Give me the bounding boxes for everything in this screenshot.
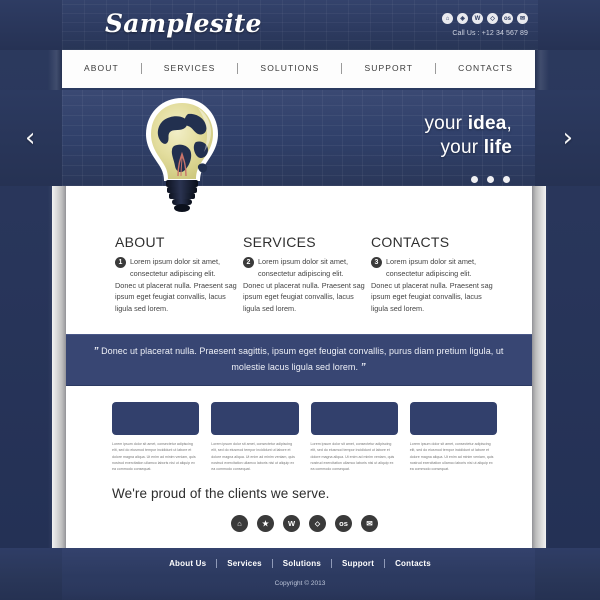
thumbnail-image-placeholder[interactable] xyxy=(310,402,398,435)
thumbnail-caption: Lorem ipsum dolor sit amet, consectetur … xyxy=(112,442,196,472)
clients-section: We're proud of the clients we serve. ⌂ ★… xyxy=(112,486,497,532)
social-envelope-icon[interactable]: ✉ xyxy=(517,13,528,24)
thumbnail-card[interactable]: Lorem ipsum dolor sit amet, consectetur … xyxy=(310,402,398,472)
site-footer: About Us Services Solutions Support Cont… xyxy=(0,548,600,600)
page-content-sheet: ABOUT 1 Lorem ipsum dolor sit amet, cons… xyxy=(62,186,535,600)
carousel-next-arrow-icon[interactable]: › xyxy=(563,125,573,151)
nav-item-services[interactable]: SERVICES xyxy=(142,63,238,73)
client-envelope-icon[interactable]: ✉ xyxy=(361,515,378,532)
social-os-icon[interactable]: os xyxy=(502,13,513,24)
feature-column-contacts: CONTACTS 3 Lorem ipsum dolor sit amet, c… xyxy=(371,234,493,315)
hero-line2-bold: life xyxy=(483,136,512,158)
thumbnail-image-placeholder[interactable] xyxy=(409,402,497,435)
main-navigation: ABOUT SERVICES SOLUTIONS SUPPORT CONTACT… xyxy=(62,50,535,86)
nav-item-about[interactable]: ABOUT xyxy=(62,63,141,73)
thumbnail-image-placeholder[interactable] xyxy=(112,402,200,435)
nav-item-support[interactable]: SUPPORT xyxy=(342,63,435,73)
feature-title-contacts: CONTACTS xyxy=(371,234,450,250)
feature-text-contacts: Lorem ipsum dolor sit amet, consectetur … xyxy=(371,257,493,314)
client-star-icon[interactable]: ★ xyxy=(257,515,274,532)
feature-column-services: SERVICES 2 Lorem ipsum dolor sit amet, c… xyxy=(243,234,365,315)
quote-open-mark: ” xyxy=(93,346,99,357)
feature-number-2: 2 xyxy=(243,257,254,268)
social-wordpress-icon[interactable]: W xyxy=(472,13,483,24)
feature-title-services: SERVICES xyxy=(243,234,316,250)
hero-line1-tail: , xyxy=(506,113,512,134)
carousel-dots xyxy=(471,176,510,183)
thumbnail-card[interactable]: Lorem ipsum dolor sit amet, consectetur … xyxy=(409,402,497,472)
header-left-edge xyxy=(0,0,62,50)
feature-body-contacts: 3 Lorem ipsum dolor sit amet, consectetu… xyxy=(371,256,493,315)
footer-item-services[interactable]: Services xyxy=(217,559,272,568)
footer-navigation: About Us Services Solutions Support Cont… xyxy=(0,559,600,568)
lightbulb-globe-illustration xyxy=(140,96,224,216)
client-diamond-icon[interactable]: ⬦ xyxy=(309,515,326,532)
header-right-edge xyxy=(538,0,600,50)
thumbnail-caption: Lorem ipsum dolor sit amet, consectetur … xyxy=(211,442,295,472)
carousel-prev-arrow-icon[interactable]: ‹ xyxy=(25,125,35,151)
site-header: Samplesite ⌂ ◈ W ◇ os ✉ Call Us : +12 34… xyxy=(0,0,600,50)
social-diamond-icon[interactable]: ◇ xyxy=(487,13,498,24)
footer-item-contacts[interactable]: Contacts xyxy=(385,559,441,568)
quote-text-block: ” Donec ut placerat nulla. Praesent sagi… xyxy=(89,344,509,376)
thumbnail-image-placeholder[interactable] xyxy=(211,402,299,435)
quote-banner: ” Donec ut placerat nulla. Praesent sagi… xyxy=(62,334,535,386)
clients-heading: We're proud of the clients we serve. xyxy=(112,486,330,501)
hero-line1-plain: your xyxy=(424,113,468,134)
quote-close-mark: ” xyxy=(360,362,366,373)
footer-center-panel xyxy=(62,548,535,600)
feature-body-about: 1 Lorem ipsum dolor sit amet, consectetu… xyxy=(115,256,237,315)
thumbnail-caption: Lorem ipsum dolor sit amet, consectetur … xyxy=(409,442,494,472)
feature-number-3: 3 xyxy=(371,257,382,268)
social-home-icon[interactable]: ⌂ xyxy=(442,13,453,24)
feature-number-1: 1 xyxy=(115,257,126,268)
carousel-dot-1[interactable] xyxy=(471,176,478,183)
hero-line2-plain: your xyxy=(440,136,484,158)
call-us-text: Call Us : +12 34 567 89 xyxy=(452,30,528,37)
website-mockup: Samplesite ⌂ ◈ W ◇ os ✉ Call Us : +12 34… xyxy=(0,0,600,600)
feature-text-services: Lorem ipsum dolor sit amet, consectetur … xyxy=(243,257,365,314)
thumbnail-card[interactable]: Lorem ipsum dolor sit amet, consectetur … xyxy=(112,402,200,472)
client-logo-row: ⌂ ★ W ⬦ os ✉ xyxy=(112,515,497,532)
thumbnail-caption: Lorem ipsum dolor sit amet, consectetur … xyxy=(310,442,395,472)
client-home-icon[interactable]: ⌂ xyxy=(231,515,248,532)
feature-body-services: 2 Lorem ipsum dolor sit amet, consectetu… xyxy=(243,256,365,315)
nav-item-solutions[interactable]: SOLUTIONS xyxy=(238,63,341,73)
nav-item-contacts[interactable]: CONTACTS xyxy=(436,63,535,73)
hero-headline-line2: your life xyxy=(424,136,512,160)
feature-columns: ABOUT 1 Lorem ipsum dolor sit amet, cons… xyxy=(115,234,499,315)
copyright-text: Copyright © 2013 xyxy=(274,580,326,587)
carousel-dot-2[interactable] xyxy=(487,176,494,183)
hero-carousel: ‹ › your idea, your life xyxy=(0,90,600,186)
carousel-dot-3[interactable] xyxy=(503,176,510,183)
feature-title-about: ABOUT xyxy=(115,234,165,250)
thumbnail-card[interactable]: Lorem ipsum dolor sit amet, consectetur … xyxy=(211,402,299,472)
hero-headline: your idea, your life xyxy=(424,112,512,160)
hero-line1-bold: idea xyxy=(467,113,507,134)
footer-item-support[interactable]: Support xyxy=(332,559,384,568)
social-compass-icon[interactable]: ◈ xyxy=(457,13,468,24)
hero-headline-line1: your idea, xyxy=(424,112,512,136)
feature-column-about: ABOUT 1 Lorem ipsum dolor sit amet, cons… xyxy=(115,234,237,315)
social-icon-bar: ⌂ ◈ W ◇ os ✉ xyxy=(442,13,528,24)
client-w-icon[interactable]: W xyxy=(283,515,300,532)
feature-text-about: Lorem ipsum dolor sit amet, consectetur … xyxy=(115,257,237,314)
site-logo[interactable]: Samplesite xyxy=(105,9,262,38)
quote-text: Donec ut placerat nulla. Praesent sagitt… xyxy=(101,346,504,372)
footer-item-about-us[interactable]: About Us xyxy=(159,559,216,568)
thumbnail-grid: Lorem ipsum dolor sit amet, consectetur … xyxy=(112,402,497,472)
client-os-icon[interactable]: os xyxy=(335,515,352,532)
footer-item-solutions[interactable]: Solutions xyxy=(273,559,331,568)
main-navigation-bar: ABOUT SERVICES SOLUTIONS SUPPORT CONTACT… xyxy=(62,50,535,90)
